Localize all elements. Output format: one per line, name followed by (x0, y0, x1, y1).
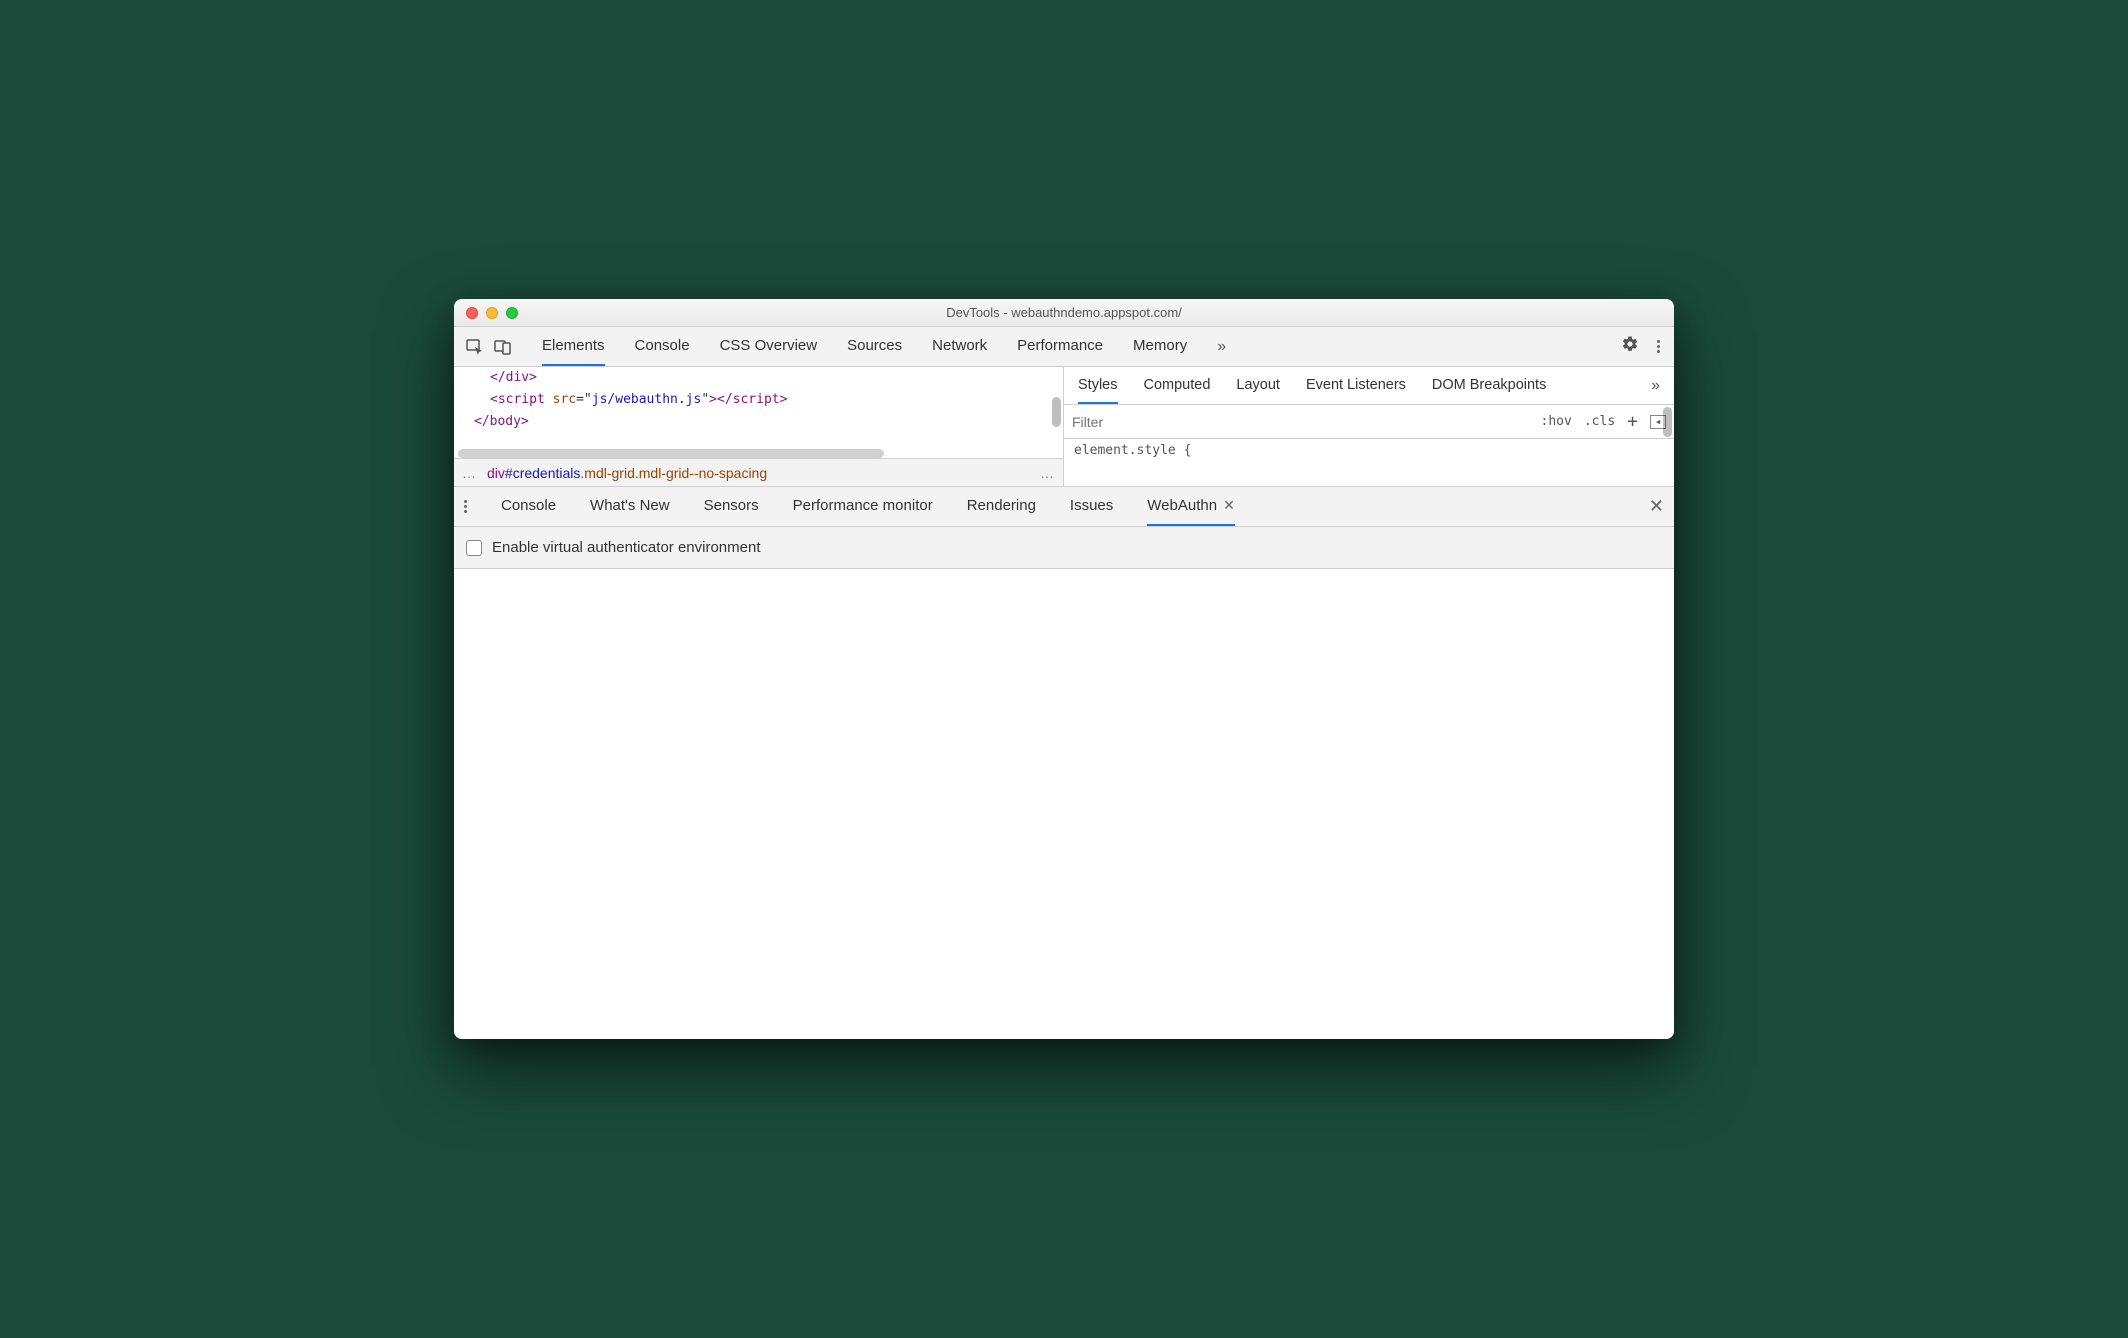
breadcrumb[interactable]: … div#credentials.mdl-grid.mdl-grid--no-… (454, 458, 1063, 486)
drawer-tab-rendering[interactable]: Rendering (967, 487, 1036, 526)
device-toggle-icon[interactable] (494, 338, 512, 356)
main-toolbar: Elements Console CSS Overview Sources Ne… (454, 327, 1674, 367)
webauthn-panel-body (454, 569, 1674, 1039)
titlebar: DevTools - webauthndemo.appspot.com/ (454, 299, 1674, 327)
breadcrumb-node[interactable]: div#credentials.mdl-grid.mdl-grid--no-sp… (487, 465, 767, 481)
breadcrumb-right-ellipsis[interactable]: … (1040, 465, 1055, 481)
sidebar-more-tabs-icon[interactable]: » (1651, 377, 1660, 395)
split-pane: </div> <script src="js/webauthn.js"></sc… (454, 367, 1674, 487)
styles-tabs: Styles Computed Layout Event Listeners D… (1064, 367, 1674, 405)
tab-elements[interactable]: Elements (542, 327, 605, 366)
more-menu-icon[interactable] (1657, 340, 1660, 353)
inspect-element-icon[interactable] (466, 338, 484, 356)
breadcrumb-left-ellipsis[interactable]: … (462, 465, 477, 481)
drawer-tab-webauthn-label: WebAuthn (1147, 497, 1217, 514)
tab-network[interactable]: Network (932, 327, 987, 366)
hov-toggle[interactable]: :hov (1541, 414, 1572, 429)
tab-console[interactable]: Console (635, 327, 690, 366)
sidebar-tab-styles[interactable]: Styles (1078, 367, 1118, 404)
drawer-tab-webauthn[interactable]: WebAuthn ✕ (1147, 487, 1235, 526)
settings-icon[interactable] (1621, 335, 1639, 358)
drawer-tab-issues[interactable]: Issues (1070, 487, 1113, 526)
element-style-rule[interactable]: element.style { (1064, 439, 1674, 462)
devtools-window: DevTools - webauthndemo.appspot.com/ Ele… (454, 299, 1674, 1039)
toolbar-right (1607, 335, 1674, 358)
tab-performance[interactable]: Performance (1017, 327, 1103, 366)
dom-code[interactable]: </div> <script src="js/webauthn.js"></sc… (454, 367, 1063, 433)
drawer-tab-sensors[interactable]: Sensors (704, 487, 759, 526)
tab-memory[interactable]: Memory (1133, 327, 1187, 366)
window-title: DevTools - webauthndemo.appspot.com/ (454, 305, 1674, 320)
close-tab-icon[interactable]: ✕ (1223, 497, 1235, 514)
styles-pane: Styles Computed Layout Event Listeners D… (1064, 367, 1674, 486)
sidebar-tab-dom-breakpoints[interactable]: DOM Breakpoints (1432, 367, 1546, 404)
drawer-tabs: Console What's New Sensors Performance m… (454, 487, 1674, 527)
attr-src: src (553, 392, 576, 407)
vertical-scrollbar[interactable] (1052, 397, 1061, 427)
main-tabs: Elements Console CSS Overview Sources Ne… (524, 327, 1607, 366)
sidebar-tab-event-listeners[interactable]: Event Listeners (1306, 367, 1406, 404)
sidebar-tab-computed[interactable]: Computed (1144, 367, 1211, 404)
close-drawer-icon[interactable]: ✕ (1649, 496, 1664, 517)
close-window-button[interactable] (466, 307, 478, 319)
new-style-rule-icon[interactable]: + (1627, 411, 1638, 432)
dom-tree-pane[interactable]: </div> <script src="js/webauthn.js"></sc… (454, 367, 1064, 486)
drawer-tab-console[interactable]: Console (501, 487, 556, 526)
tab-css-overview[interactable]: CSS Overview (720, 327, 818, 366)
enable-virtual-authenticator-checkbox[interactable] (466, 540, 482, 556)
maximize-window-button[interactable] (506, 307, 518, 319)
drawer-tab-performance-monitor[interactable]: Performance monitor (793, 487, 933, 526)
attr-src-value: js/webauthn.js (592, 392, 702, 407)
toolbar-left-icons (454, 338, 524, 356)
drawer-menu-icon[interactable] (464, 500, 467, 513)
traffic-lights (454, 307, 518, 319)
styles-filter-row: :hov .cls + ◂ (1064, 405, 1674, 439)
enable-virtual-authenticator-label: Enable virtual authenticator environment (492, 539, 761, 556)
drawer: Console What's New Sensors Performance m… (454, 487, 1674, 1039)
styles-filter-input[interactable] (1072, 414, 1531, 430)
webauthn-enable-row: Enable virtual authenticator environment (454, 527, 1674, 569)
cls-toggle[interactable]: .cls (1584, 414, 1615, 429)
more-tabs-icon[interactable]: » (1217, 338, 1226, 356)
horizontal-scrollbar[interactable] (458, 449, 884, 458)
styles-scrollbar[interactable] (1663, 407, 1672, 437)
drawer-tab-whats-new[interactable]: What's New (590, 487, 670, 526)
sidebar-tab-layout[interactable]: Layout (1236, 367, 1280, 404)
minimize-window-button[interactable] (486, 307, 498, 319)
tab-sources[interactable]: Sources (847, 327, 902, 366)
